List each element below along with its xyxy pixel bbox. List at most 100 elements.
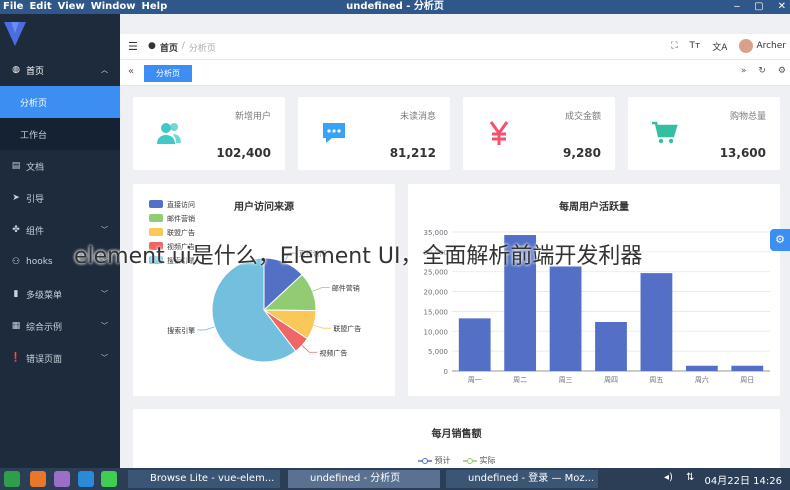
sidebar-item-label: 引导: [26, 194, 45, 205]
taskbar-app-browse-lite[interactable]: Browse Lite - vue-elem...: [128, 470, 280, 488]
taskbar-app-analysis[interactable]: undefined - 分析页: [288, 470, 440, 488]
legend-label: 实际: [479, 456, 496, 465]
menu-view[interactable]: View: [55, 0, 88, 14]
message-icon: [323, 123, 345, 143]
stat-label: 成交金额: [564, 112, 601, 122]
maximize-icon[interactable]: ▢: [754, 0, 763, 14]
sidebar-item-errors[interactable]: ❗ 错误页面 ﹀: [0, 342, 120, 374]
x-tick-label: 周一: [468, 376, 482, 384]
sidebar-subitem-analysis[interactable]: 分析页: [0, 86, 120, 118]
menu-help[interactable]: Help: [139, 0, 171, 14]
qt-icon[interactable]: [101, 471, 117, 487]
legend-swatch: [149, 214, 163, 222]
sidebar-item-label: 错误页面: [26, 354, 63, 365]
chart-title: 每月销售额: [431, 429, 482, 440]
tags-view: « 分析页 » ↻ ⚙: [120, 60, 790, 86]
overlay-caption: element ui是什么，Element UI，全面解析前端开发利器: [74, 244, 643, 269]
document-icon: ▤: [11, 161, 21, 171]
menu-window[interactable]: Window: [88, 0, 139, 14]
volume-icon[interactable]: ◂): [664, 472, 673, 483]
sidebar-item-label: 综合示例: [26, 322, 63, 333]
gear-icon[interactable]: ⚙: [778, 66, 786, 76]
breadcrumb: ● 首页 / 分析页: [148, 41, 216, 54]
legend-item[interactable]: 预计: [417, 455, 451, 466]
stat-label: 未读消息: [399, 112, 436, 122]
menu-toggle-icon[interactable]: ☰: [128, 40, 138, 53]
legend-label: 联盟广告: [167, 228, 195, 237]
settings-float-button[interactable]: ⚙: [770, 229, 790, 251]
sidebar-item-label: hooks: [26, 257, 53, 267]
stat-card-messages[interactable]: 未读消息 81,212: [298, 97, 450, 170]
bar: [640, 273, 673, 371]
menu-bar: File Edit View Window Help: [0, 0, 170, 14]
y-tick-label: 35,000: [424, 229, 449, 237]
legend-line-icon: [417, 457, 432, 464]
menu-edit[interactable]: Edit: [26, 0, 54, 14]
font-size-icon[interactable]: Tт: [690, 41, 701, 51]
stat-card-amount[interactable]: 成交金额 9,280: [463, 97, 615, 170]
refresh-icon[interactable]: ↻: [758, 66, 766, 76]
app-logo[interactable]: [0, 14, 120, 54]
window-titlebar: undefined - 分析页 File Edit View Window He…: [0, 0, 790, 14]
x-tick-label: 周三: [559, 376, 573, 384]
clock: 04月22日 14:26: [704, 476, 782, 487]
navbar: ☰ ● 首页 / 分析页 ⛶ Tт 文A Archer: [120, 34, 790, 60]
y-tick-label: 5,000: [428, 348, 448, 356]
menu-file[interactable]: File: [0, 0, 26, 14]
vscode-icon[interactable]: [78, 471, 94, 487]
bar: [685, 365, 718, 371]
sidebar-item-home[interactable]: ◍ 首页 ︿: [0, 54, 120, 86]
stat-card-new-users[interactable]: 新增用户 102,400: [133, 97, 285, 170]
chevron-down-icon: ﹀: [101, 226, 108, 234]
dashboard-icon: ◍: [12, 65, 20, 75]
user-menu[interactable]: Archer: [739, 39, 786, 53]
sidebar-subitem-workplace[interactable]: 工作台: [0, 118, 120, 150]
slice-label: 联盟广告: [333, 324, 361, 333]
stat-value: 81,212: [389, 146, 436, 160]
minimize-icon[interactable]: ‒: [734, 0, 740, 14]
breadcrumb-home[interactable]: 首页: [160, 41, 178, 54]
sidebar-item-label: 多级菜单: [26, 290, 63, 301]
legend-item[interactable]: 实际: [462, 455, 496, 466]
sidebar-item-label: 文档: [26, 162, 45, 173]
start-icon[interactable]: [4, 471, 20, 487]
taskbar-app-firefox[interactable]: undefined - 登录 — Moz...: [446, 470, 598, 488]
tags-tools: » ↻ ⚙: [741, 66, 786, 76]
logo-icon: [4, 22, 26, 46]
sidebar-item-label: 首页: [26, 66, 45, 77]
firefox-icon[interactable]: [30, 471, 46, 487]
sidebar-item-guide[interactable]: ➤ 引导: [0, 182, 120, 214]
window-controls: ‒ ▢ ✕: [734, 0, 786, 14]
legend-label: 预计: [434, 456, 451, 465]
legend-line-icon: [462, 457, 477, 464]
tag-analysis[interactable]: 分析页: [144, 65, 192, 82]
sidebar-item-multilevel[interactable]: ▮ 多级菜单 ﹀: [0, 278, 120, 310]
user-name: Archer: [756, 41, 786, 51]
x-tick-label: 周六: [695, 375, 709, 384]
hooks-icon: ⚇: [11, 257, 21, 267]
avatar: [739, 39, 754, 53]
fullscreen-icon[interactable]: ⛶: [671, 41, 677, 51]
stat-value: 13,600: [719, 146, 766, 160]
scroll-left-icon[interactable]: «: [128, 66, 134, 77]
taskbar-app-label: undefined - 分析页: [310, 473, 401, 484]
sidebar-item-docs[interactable]: ▤ 文档: [0, 150, 120, 182]
close-icon[interactable]: ✕: [778, 0, 786, 14]
users-icon: [157, 123, 181, 144]
taskbar-app-label: Browse Lite - vue-elem...: [150, 473, 275, 484]
language-icon[interactable]: 文A: [712, 40, 727, 53]
taskbar-app-label: undefined - 登录 — Moz...: [468, 473, 595, 484]
breadcrumb-current: 分析页: [188, 44, 216, 54]
network-icon[interactable]: ⇅: [686, 472, 694, 483]
bar-chart: 05,00010,00015,00020,00025,00030,00035,0…: [424, 229, 770, 384]
sidebar-item-examples[interactable]: ▦ 综合示例 ﹀: [0, 310, 120, 342]
y-tick-label: 20,000: [424, 289, 449, 297]
stat-card-shopping[interactable]: 购物总量 13,600: [628, 97, 780, 170]
pie-chart: 直接访问邮件营销联盟广告视频广告搜索引擎直接访问邮件营销联盟广告视频广告搜索引擎: [149, 200, 361, 363]
sidebar-item-label: 组件: [26, 226, 45, 237]
scroll-right-icon[interactable]: »: [741, 66, 747, 76]
legend-label: 直接访问: [167, 200, 195, 209]
legend-label: 邮件营销: [167, 214, 195, 223]
yen-icon: [489, 121, 509, 145]
files-icon[interactable]: [54, 471, 70, 487]
